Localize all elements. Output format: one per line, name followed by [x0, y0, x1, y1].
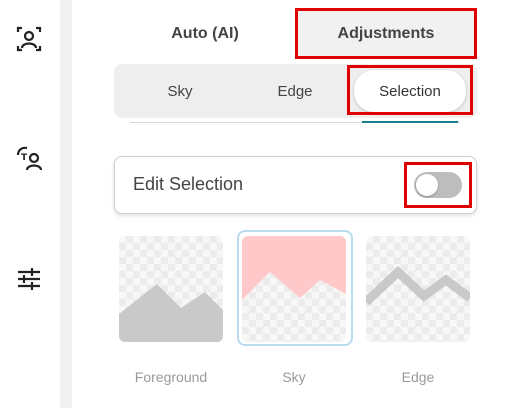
thumbnail-label-foreground: Foreground [134, 369, 208, 385]
subtab-edge[interactable]: Edge [245, 70, 345, 112]
tab-adjustments[interactable]: Adjustments [298, 10, 474, 58]
thumbnail-label-sky: Sky [282, 369, 306, 385]
svg-text:T: T [21, 153, 28, 163]
thumbnail-label-edge: Edge [401, 369, 435, 385]
subtab-selection[interactable]: Selection [354, 70, 466, 112]
rail-divider [60, 0, 72, 408]
tab-auto-ai[interactable]: Auto (AI) [130, 10, 280, 58]
ai-swap-icon[interactable]: T [12, 141, 46, 175]
thumbnail-foreground[interactable] [119, 236, 223, 342]
subtab-sky[interactable]: Sky [130, 70, 230, 112]
sliders-icon[interactable] [12, 262, 46, 296]
toggle-knob [416, 174, 438, 196]
left-rail: T [0, 0, 60, 408]
thumbnail-edge[interactable] [366, 236, 470, 342]
portrait-icon[interactable] [12, 22, 46, 56]
subtab-active-indicator [362, 121, 458, 123]
edit-selection-label: Edit Selection [133, 174, 244, 194]
edge-line-graphic [366, 265, 470, 306]
foreground-mountain-graphic [119, 284, 223, 342]
thumbnail-selected-frame [237, 230, 353, 346]
